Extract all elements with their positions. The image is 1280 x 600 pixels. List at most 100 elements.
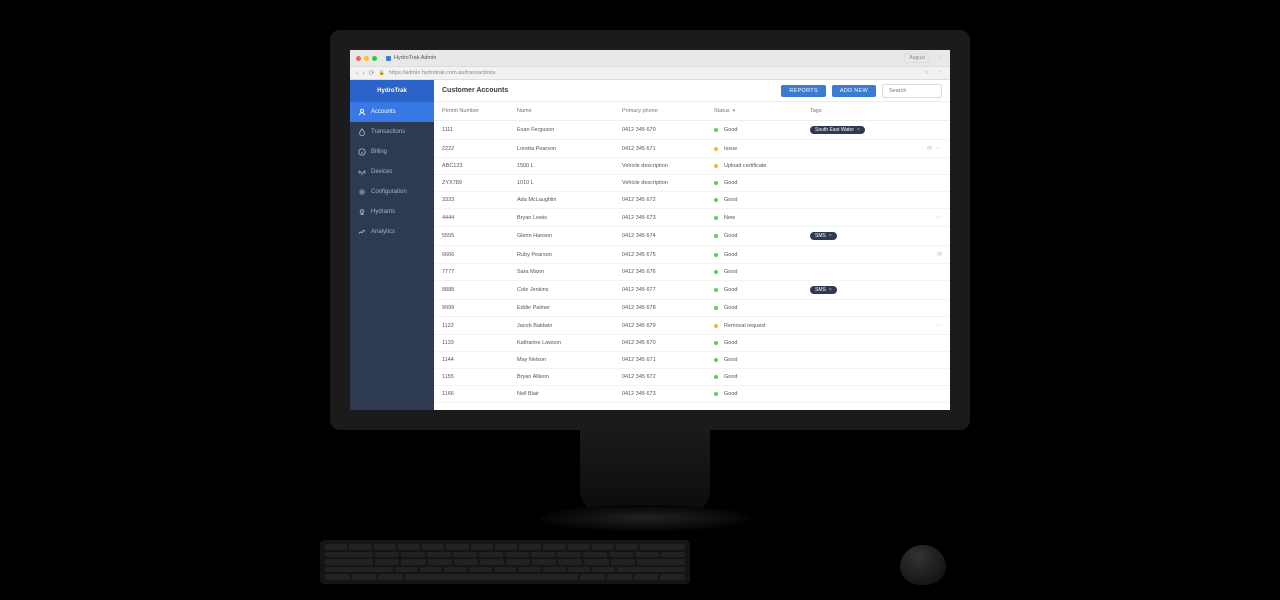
sidebar-item-transactions[interactable]: Transactions bbox=[350, 122, 434, 142]
cell-status: Upload certificate bbox=[714, 163, 810, 169]
maximize-window-button[interactable] bbox=[372, 56, 377, 61]
sidebar-item-accounts[interactable]: Accounts bbox=[350, 102, 434, 122]
cell-tags: South East Water × bbox=[810, 126, 912, 134]
browser-url-bar: ‹ › ⟳ 🔒 https://admin.hydrotrak.com.au/t… bbox=[350, 66, 950, 80]
cell-permit: 8888 bbox=[442, 287, 517, 293]
kebab-menu-icon[interactable]: ⋮ bbox=[936, 55, 944, 61]
cell-name: Katharine Lawson bbox=[517, 340, 622, 346]
cell-status: Good bbox=[714, 127, 810, 133]
cell-name: Nell Blair bbox=[517, 391, 622, 397]
browser-menu-icon[interactable]: ⋮ bbox=[936, 70, 944, 76]
tag-chip[interactable]: SMS × bbox=[810, 232, 837, 240]
reload-button[interactable]: ⟳ bbox=[369, 69, 375, 77]
cell-name: Eddie Palmer bbox=[517, 305, 622, 311]
cell-permit: 6666 bbox=[442, 252, 517, 258]
more-icon[interactable]: ⋯ bbox=[936, 214, 942, 221]
cell-permit: 2222 bbox=[442, 146, 517, 152]
mail-icon[interactable]: ✉ bbox=[937, 251, 942, 258]
application-root: HydroTrak AccountsTransactionsBillingDev… bbox=[350, 80, 950, 410]
cell-status: Good bbox=[714, 252, 810, 258]
browser-tab-bar: HydroTrak Admin August ⋮ bbox=[350, 50, 950, 66]
tab-title: HydroTrak Admin bbox=[394, 55, 436, 61]
column-header-permit[interactable]: Permit Number bbox=[442, 108, 517, 114]
table-row[interactable]: 7777Sara Mann0412 345 676Good bbox=[434, 264, 950, 281]
screen: HydroTrak Admin August ⋮ ‹ › ⟳ 🔒 https:/… bbox=[350, 50, 950, 410]
table-row[interactable]: ABC1231500 LVehicle descriptionUpload ce… bbox=[434, 158, 950, 175]
bookmark-icon[interactable]: ☆ bbox=[924, 70, 929, 76]
chevron-down-icon: ▾ bbox=[733, 108, 736, 114]
browser-tab[interactable]: HydroTrak Admin bbox=[386, 55, 436, 61]
cell-status: Good bbox=[714, 180, 810, 186]
monitor-frame: HydroTrak Admin August ⋮ ‹ › ⟳ 🔒 https:/… bbox=[330, 30, 970, 430]
tag-chip[interactable]: South East Water × bbox=[810, 126, 865, 134]
column-header-name[interactable]: Name bbox=[517, 108, 622, 114]
column-header-phone[interactable]: Primary phone bbox=[622, 108, 714, 114]
table-row[interactable]: 3333Ada McLaughlin0412 345 672Good bbox=[434, 192, 950, 209]
cell-phone: 0412 345 672 bbox=[622, 374, 714, 380]
search-input[interactable] bbox=[882, 84, 942, 98]
cell-phone: 0412 345 671 bbox=[622, 357, 714, 363]
cell-status: Removal request bbox=[714, 323, 810, 329]
tag-chip[interactable]: SMS × bbox=[810, 286, 837, 294]
cell-name: Ada McLaughlin bbox=[517, 197, 622, 203]
table-row[interactable]: 1122Jacob Baldwin0412 345 679Removal req… bbox=[434, 317, 950, 335]
cell-actions: ⋯ bbox=[912, 322, 942, 329]
more-icon[interactable]: ⋯ bbox=[936, 322, 942, 329]
table-row[interactable]: 1133Katharine Lawson0412 345 670Good bbox=[434, 335, 950, 352]
cell-status: Good bbox=[714, 391, 810, 397]
more-icon[interactable]: ⋯ bbox=[936, 145, 942, 152]
close-window-button[interactable] bbox=[356, 56, 361, 61]
cell-status: Issue bbox=[714, 146, 810, 152]
cell-permit: ABC123 bbox=[442, 163, 517, 169]
chart-icon bbox=[358, 228, 366, 236]
sidebar-item-configuration[interactable]: Configuration bbox=[350, 182, 434, 202]
sidebar-item-analytics[interactable]: Analytics bbox=[350, 222, 434, 242]
main-panel: Customer Accounts REPORTS ADD NEW Permit… bbox=[434, 80, 950, 410]
table-row[interactable]: 1111Evan Ferguson0412 345 670GoodSouth E… bbox=[434, 121, 950, 140]
cell-tags: SMS × bbox=[810, 286, 912, 294]
close-icon[interactable]: × bbox=[857, 127, 860, 133]
forward-button[interactable]: › bbox=[362, 70, 364, 77]
table-row[interactable]: 8888Cole Jenkins0412 345 677GoodSMS × bbox=[434, 281, 950, 300]
back-button[interactable]: ‹ bbox=[356, 70, 358, 77]
sidebar-item-label: Configuration bbox=[371, 189, 407, 195]
table-row[interactable]: 1166Nell Blair0412 345 673Good bbox=[434, 386, 950, 403]
close-icon[interactable]: × bbox=[829, 233, 832, 239]
table-row[interactable]: 6666Ruby Pearson0412 345 675Good✉ bbox=[434, 246, 950, 264]
sidebar-item-devices[interactable]: Devices bbox=[350, 162, 434, 182]
sidebar-item-label: Accounts bbox=[371, 109, 396, 115]
minimize-window-button[interactable] bbox=[364, 56, 369, 61]
mail-icon[interactable]: ✉ bbox=[927, 145, 932, 152]
add-new-button[interactable]: ADD NEW bbox=[832, 85, 876, 97]
sidebar-item-hydrants[interactable]: Hydrants bbox=[350, 202, 434, 222]
cell-phone: 0412 345 671 bbox=[622, 146, 714, 152]
cell-phone: 0412 345 677 bbox=[622, 287, 714, 293]
hydrant-icon bbox=[358, 208, 366, 216]
column-header-tags[interactable]: Tags bbox=[810, 108, 912, 114]
gear-icon bbox=[358, 188, 366, 196]
favicon-icon bbox=[386, 56, 391, 61]
table-row[interactable]: 4444Bryan Lewis0412 345 673New⋯ bbox=[434, 209, 950, 227]
sidebar-item-billing[interactable]: Billing bbox=[350, 142, 434, 162]
table-row[interactable]: 9999Eddie Palmer0412 345 678Good bbox=[434, 300, 950, 317]
cell-name: Glenn Hanson bbox=[517, 233, 622, 239]
page-title: Customer Accounts bbox=[442, 87, 508, 94]
table-row[interactable]: 1155Bryan Allison0412 345 672Good bbox=[434, 369, 950, 386]
close-icon[interactable]: × bbox=[829, 287, 832, 293]
table-row[interactable]: 5555Glenn Hanson0412 345 674GoodSMS × bbox=[434, 227, 950, 246]
reports-button[interactable]: REPORTS bbox=[781, 85, 826, 97]
profile-label[interactable]: August bbox=[904, 53, 930, 63]
cell-phone: 0412 345 674 bbox=[622, 233, 714, 239]
sidebar-item-label: Devices bbox=[371, 169, 392, 175]
cell-permit: 1144 bbox=[442, 357, 517, 363]
column-header-status[interactable]: Status ▾ bbox=[714, 108, 810, 114]
cell-actions: ✉⋯ bbox=[912, 145, 942, 152]
cell-phone: 0412 345 679 bbox=[622, 323, 714, 329]
cell-permit: 1111 bbox=[442, 127, 517, 133]
table-row[interactable]: 1144May Nelson0412 345 671Good bbox=[434, 352, 950, 369]
table-row[interactable]: 2222Loretta Pearson0412 345 671Issue✉⋯ bbox=[434, 140, 950, 158]
address-input[interactable]: https://admin.hydrotrak.com.au/transacti… bbox=[389, 70, 920, 76]
table-row[interactable]: ZYX7891010 LVehicle descriptionGood bbox=[434, 175, 950, 192]
cell-status: Good bbox=[714, 287, 810, 293]
sidebar-item-label: Analytics bbox=[371, 229, 395, 235]
